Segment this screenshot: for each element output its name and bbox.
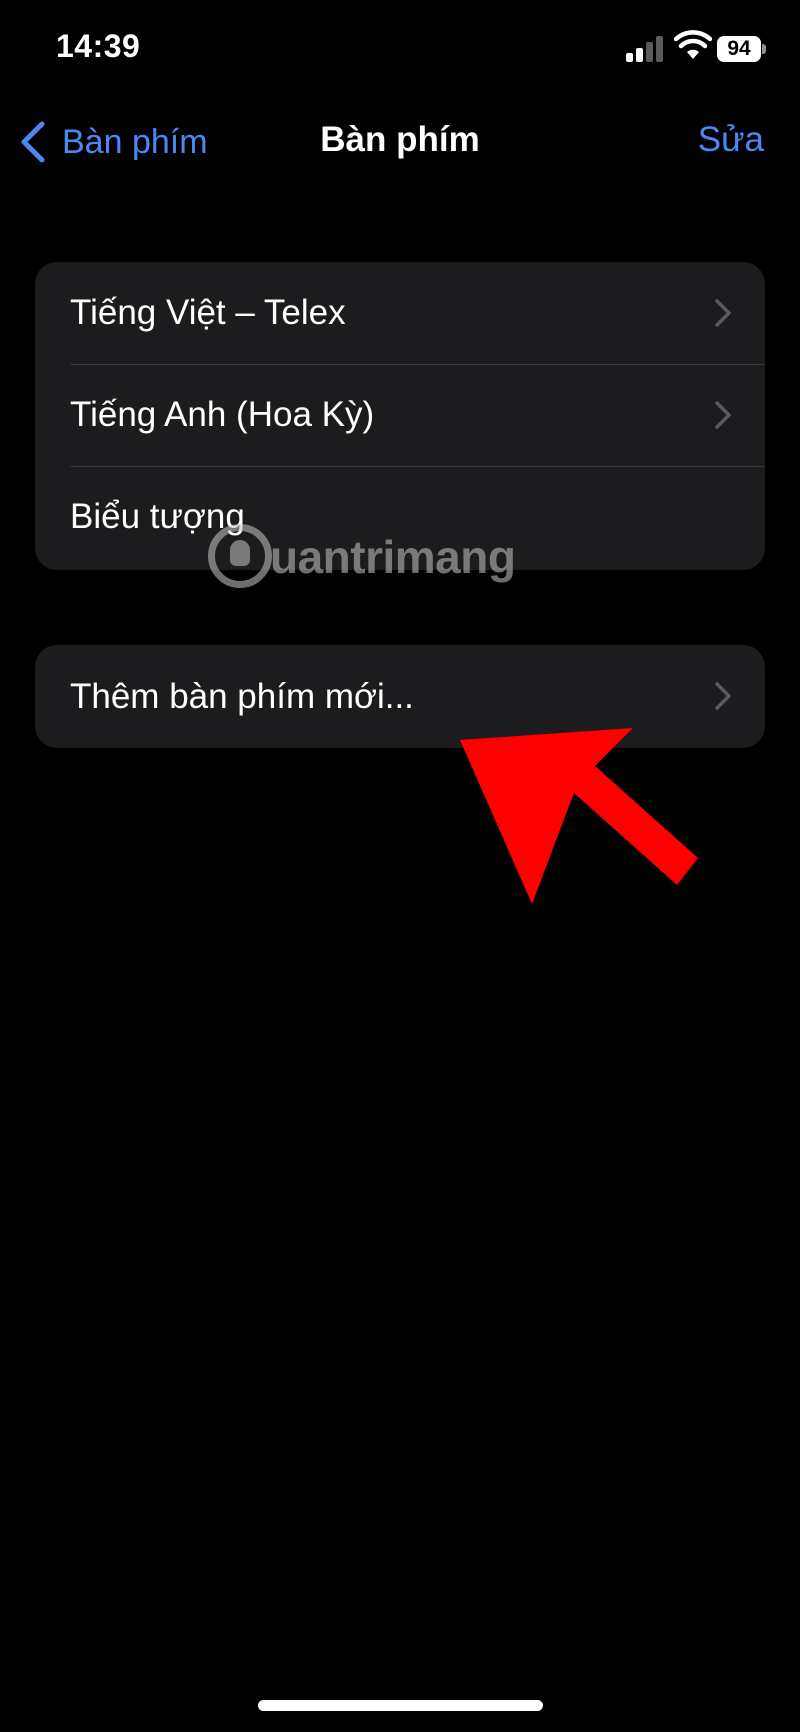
navigation-bar: Bàn phím Bàn phím Sửa [0, 100, 800, 184]
add-keyboard-label: Thêm bàn phím mới... [70, 676, 414, 716]
annotation-arrow-icon [460, 728, 698, 904]
chevron-left-icon [21, 121, 45, 163]
battery-icon: 94 [717, 36, 766, 62]
keyboard-item-label: Tiếng Việt – Telex [70, 293, 346, 332]
signal-icon [626, 34, 666, 62]
keyboard-item-label: Tiếng Anh (Hoa Kỳ) [70, 395, 375, 434]
keyboard-item-vietnamese-telex[interactable]: Tiếng Việt – Telex [35, 262, 765, 364]
chevron-right-icon [715, 299, 731, 327]
battery-percent: 94 [717, 36, 761, 62]
status-time: 14:39 [56, 28, 141, 64]
keyboard-item-emoji[interactable]: Biểu tượng [35, 466, 765, 568]
wifi-icon [674, 30, 712, 59]
home-indicator[interactable] [258, 1700, 543, 1711]
keyboard-item-english-us[interactable]: Tiếng Anh (Hoa Kỳ) [35, 364, 765, 466]
edit-button[interactable]: Sửa [698, 120, 764, 160]
chevron-right-icon [715, 401, 731, 429]
add-keyboard-group: Thêm bàn phím mới... [35, 645, 765, 748]
keyboard-settings-screen: 14:39 94 Bàn phím Bàn phím Sửa Tiếng Việ… [0, 0, 800, 1732]
add-new-keyboard-button[interactable]: Thêm bàn phím mới... [35, 645, 765, 748]
chevron-right-icon [715, 682, 731, 710]
keyboards-list: Tiếng Việt – Telex Tiếng Anh (Hoa Kỳ) Bi… [35, 262, 765, 570]
back-button-label: Bàn phím [62, 122, 208, 161]
status-bar: 14:39 94 [0, 0, 800, 100]
keyboard-item-label: Biểu tượng [70, 497, 245, 536]
back-button[interactable]: Bàn phím [18, 118, 208, 166]
